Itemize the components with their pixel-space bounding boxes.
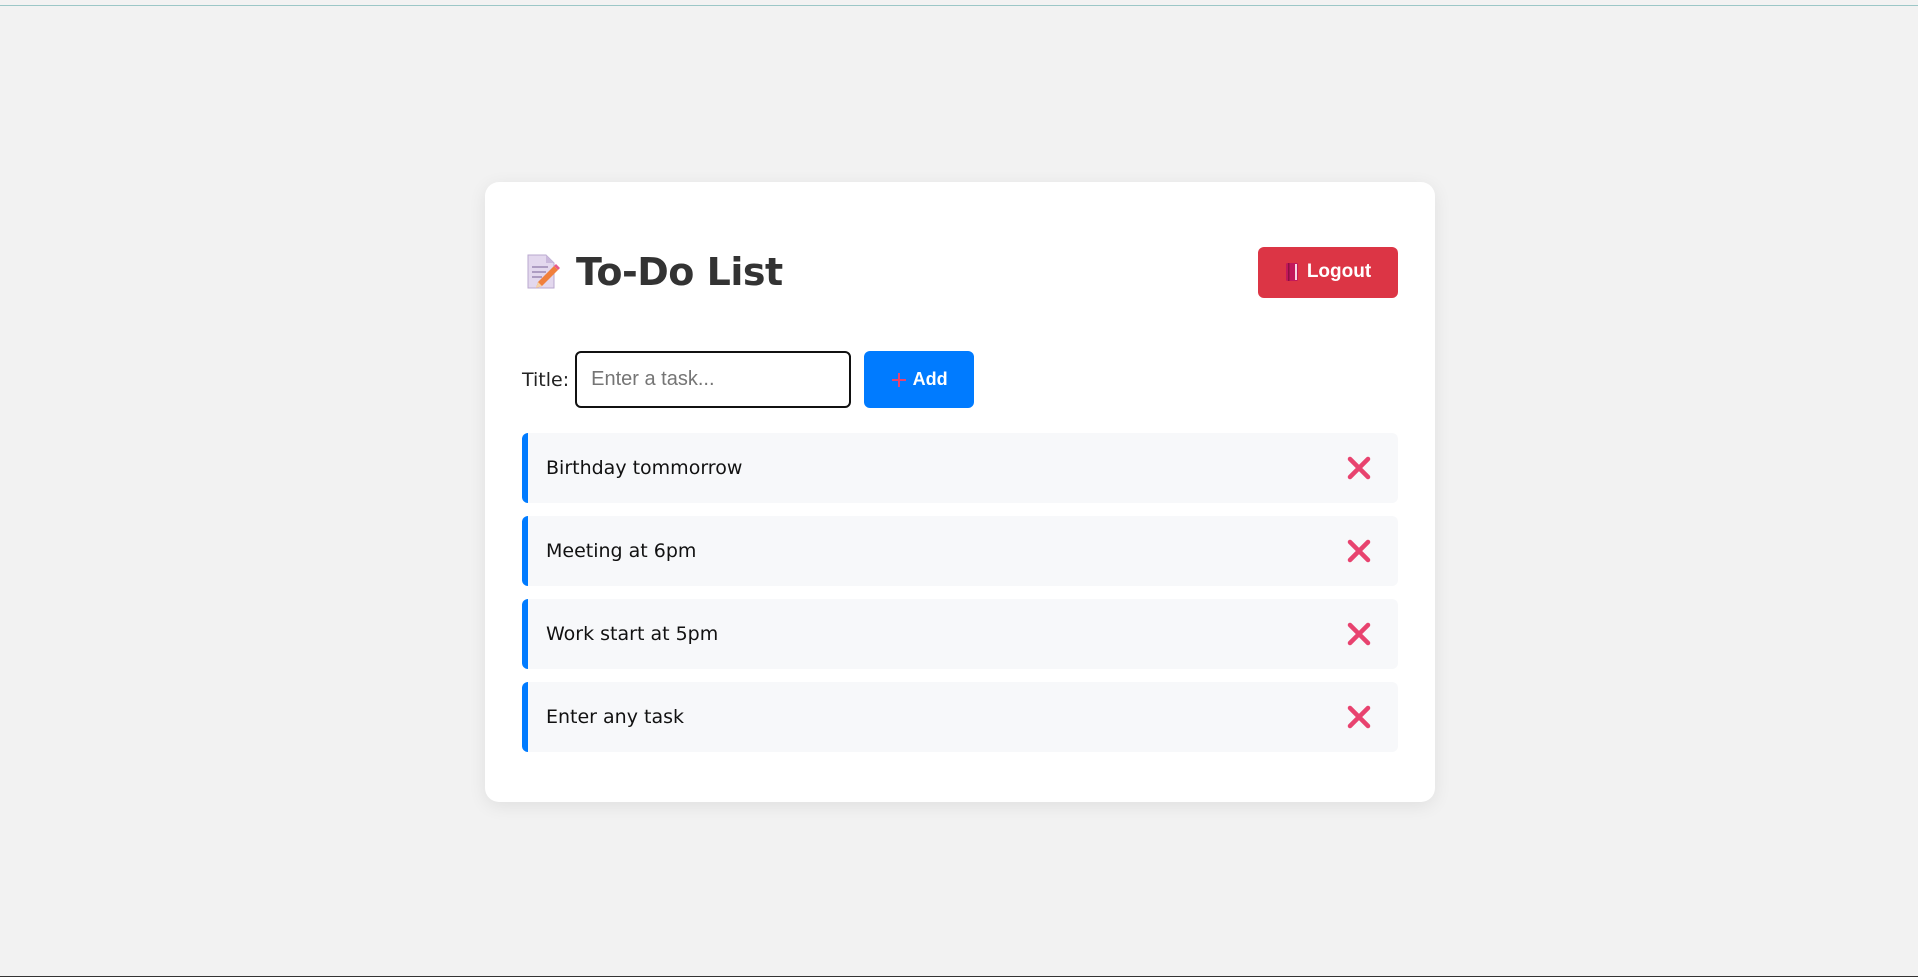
add-task-form: Title: Add	[522, 351, 975, 408]
header: To-Do List Logout	[522, 246, 1398, 298]
task-text: Work start at 5pm	[546, 623, 719, 645]
logout-label: Logout	[1306, 261, 1372, 282]
add-button[interactable]: Add	[864, 351, 975, 408]
task-text: Enter any task	[546, 706, 685, 728]
list-item: Meeting at 6pm	[522, 516, 1398, 586]
page-title: To-Do List	[576, 250, 783, 294]
todo-card: To-Do List Logout Title: Add	[485, 182, 1435, 802]
cross-mark-icon	[1347, 456, 1371, 480]
cross-mark-icon	[1347, 705, 1371, 729]
task-input[interactable]	[575, 351, 852, 408]
delete-task-button[interactable]	[1344, 536, 1374, 566]
list-item: Birthday tommorrow	[522, 433, 1398, 503]
book-icon	[1285, 262, 1299, 282]
logout-button[interactable]: Logout	[1258, 246, 1398, 298]
top-divider	[0, 5, 1918, 6]
list-item: Work start at 5pm	[522, 599, 1398, 669]
list-item: Enter any task	[522, 682, 1398, 752]
plus-icon	[891, 372, 907, 388]
memo-icon	[522, 252, 562, 292]
delete-task-button[interactable]	[1344, 453, 1374, 483]
task-list: Birthday tommorrow Meeting at 6pm Work s…	[522, 433, 1398, 765]
delete-task-button[interactable]	[1344, 619, 1374, 649]
title-label: Title:	[522, 368, 570, 391]
cross-mark-icon	[1347, 622, 1371, 646]
cross-mark-icon	[1347, 539, 1371, 563]
title-group: To-Do List	[522, 250, 783, 294]
delete-task-button[interactable]	[1344, 702, 1374, 732]
task-text: Meeting at 6pm	[546, 540, 697, 562]
task-text: Birthday tommorrow	[546, 457, 743, 479]
add-label: Add	[912, 369, 948, 389]
